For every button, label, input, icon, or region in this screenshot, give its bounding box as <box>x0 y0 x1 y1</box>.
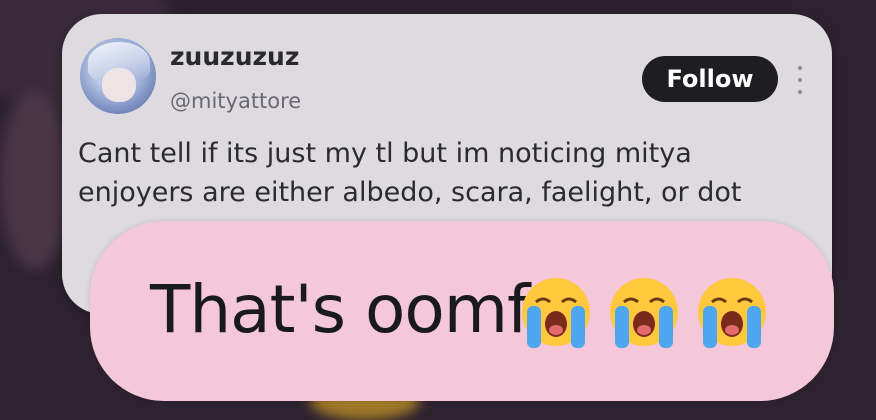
avatar-face <box>102 68 136 102</box>
follow-button[interactable]: Follow <box>642 56 778 102</box>
loudly-crying-face-icon <box>698 278 766 348</box>
user-handle[interactable]: @mityattore <box>170 89 301 113</box>
loudly-crying-face-icon <box>610 278 678 348</box>
loudly-crying-face-icon <box>522 278 590 348</box>
display-name[interactable]: zuuzuzuz <box>170 42 299 71</box>
caption-text: That's oomf <box>150 271 530 348</box>
avatar[interactable] <box>80 38 156 114</box>
more-options-icon[interactable] <box>794 66 806 94</box>
background-blob <box>0 90 70 270</box>
